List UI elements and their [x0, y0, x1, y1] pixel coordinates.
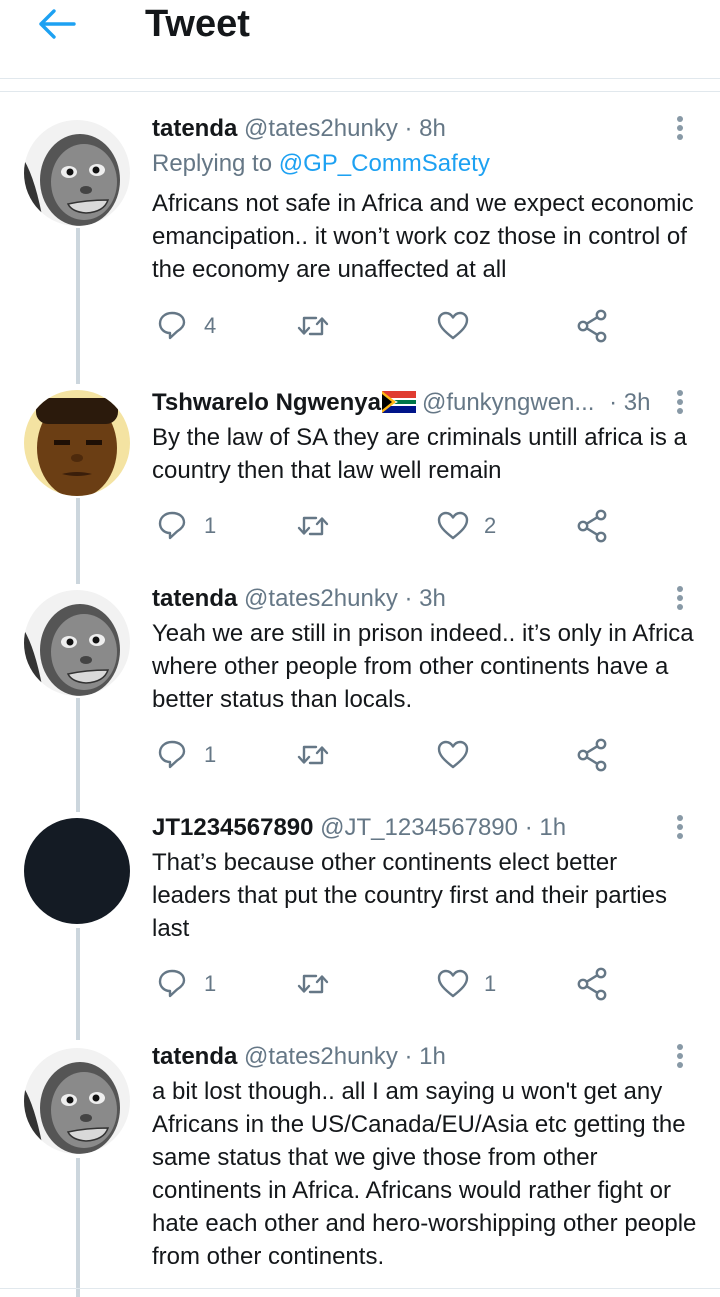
- thread-line: [76, 698, 80, 812]
- reply-button[interactable]: 1: [156, 964, 216, 1004]
- user-handle[interactable]: @tates2hunky: [244, 115, 398, 142]
- tweet-actions: 1 2: [152, 506, 692, 546]
- tweet-actions: 1: [152, 735, 692, 775]
- replying-to: Replying to @GP_CommSafety: [152, 149, 490, 179]
- display-name[interactable]: tatenda: [152, 1043, 237, 1070]
- user-handle[interactable]: @funkyngwen...: [422, 389, 594, 416]
- more-options-button[interactable]: [670, 387, 690, 417]
- share-icon: [577, 738, 607, 772]
- share-button[interactable]: [576, 506, 610, 546]
- tweet-header: JT1234567890 @JT_1234567890 · 1h: [152, 813, 566, 843]
- avatar[interactable]: [24, 590, 130, 696]
- reply-icon: [158, 311, 186, 340]
- tweet-actions: 4: [152, 306, 692, 346]
- user-handle[interactable]: @tates2hunky: [244, 585, 398, 612]
- reply-count: 4: [204, 313, 217, 338]
- retweet-icon: [297, 316, 329, 336]
- tweet-header: tatenda @tates2hunky · 1h: [152, 1042, 446, 1072]
- reply-button[interactable]: 1: [156, 735, 216, 775]
- like-button[interactable]: [436, 306, 470, 346]
- timestamp: · 3h: [404, 585, 446, 612]
- tweet-header: tatenda @tates2hunky · 3h: [152, 584, 446, 614]
- display-name[interactable]: tatenda: [152, 585, 237, 612]
- like-button[interactable]: [436, 735, 470, 775]
- heart-icon: [437, 311, 469, 340]
- timestamp: · 3h: [609, 389, 651, 416]
- heart-icon: [437, 969, 469, 998]
- tweet-text: By the law of SA they are criminals unti…: [152, 424, 687, 484]
- more-options-button[interactable]: [670, 812, 690, 842]
- like-button[interactable]: 1: [436, 964, 496, 1004]
- retweet-button[interactable]: [296, 735, 330, 775]
- timestamp: · 1h: [404, 1043, 446, 1070]
- display-name[interactable]: JT1234567890: [152, 814, 313, 841]
- more-options-button[interactable]: [670, 583, 690, 613]
- share-icon: [577, 509, 607, 543]
- avatar[interactable]: [24, 390, 130, 496]
- user-handle[interactable]: @tates2hunky: [244, 1043, 398, 1070]
- divider: [0, 91, 720, 92]
- reply-icon: [158, 969, 186, 998]
- thread-line: [76, 228, 80, 384]
- share-icon: [577, 967, 607, 1001]
- reply-button[interactable]: 4: [156, 306, 216, 346]
- timestamp: · 1h: [524, 814, 567, 841]
- reply-count: 1: [204, 971, 217, 996]
- share-icon: [577, 309, 607, 343]
- thread-line: [76, 1158, 80, 1297]
- reply-icon: [158, 740, 186, 769]
- divider: [0, 1288, 720, 1289]
- user-handle[interactable]: @JT_1234567890: [320, 814, 518, 841]
- share-button[interactable]: [576, 306, 610, 346]
- tweet-text: a bit lost though.. all I am saying u wo…: [152, 1078, 697, 1270]
- timestamp: · 8h: [404, 115, 446, 142]
- thread-line: [76, 498, 80, 584]
- retweet-button[interactable]: [296, 506, 330, 546]
- display-name[interactable]: Tshwarelo Ngwenya: [152, 389, 381, 416]
- tweet-header: Tshwarelo Ngwenya @funkyngwen... · 3h: [152, 388, 650, 418]
- back-button[interactable]: [34, 6, 80, 42]
- thread-line: [76, 928, 80, 1040]
- reply-count: 1: [204, 513, 217, 538]
- reply-count: 1: [204, 742, 217, 767]
- heart-icon: [437, 740, 469, 769]
- avatar[interactable]: [24, 1048, 130, 1154]
- reply-button[interactable]: 1: [156, 506, 216, 546]
- retweet-button[interactable]: [296, 964, 330, 1004]
- tweet-text: Yeah we are still in prison indeed.. it’…: [152, 620, 694, 713]
- retweet-icon: [297, 745, 329, 765]
- page-title: Tweet: [145, 3, 250, 45]
- heart-icon: [437, 511, 469, 540]
- south-africa-flag-icon: [381, 391, 416, 413]
- retweet-icon: [297, 516, 329, 536]
- tweet-actions: 1 1: [152, 964, 692, 1004]
- more-options-button[interactable]: [670, 1041, 690, 1071]
- replying-to-link[interactable]: @GP_CommSafety: [279, 150, 490, 177]
- display-name[interactable]: tatenda: [152, 115, 237, 142]
- more-options-button[interactable]: [670, 113, 690, 143]
- tweet-text: That’s because other continents elect be…: [152, 849, 667, 942]
- arrow-left-icon: [39, 9, 76, 39]
- share-button[interactable]: [576, 735, 610, 775]
- top-bar: Tweet: [0, 0, 720, 79]
- replying-to-label: Replying to: [152, 150, 279, 177]
- like-count: 2: [484, 513, 497, 538]
- avatar[interactable]: [24, 818, 130, 924]
- share-button[interactable]: [576, 964, 610, 1004]
- tweet-header: tatenda @tates2hunky · 8h: [152, 114, 446, 144]
- like-count: 1: [484, 971, 497, 996]
- like-button[interactable]: 2: [436, 506, 496, 546]
- retweet-icon: [297, 974, 329, 994]
- retweet-button[interactable]: [296, 306, 330, 346]
- avatar[interactable]: [24, 120, 130, 226]
- reply-icon: [158, 511, 186, 540]
- tweet-text: Africans not safe in Africa and we expec…: [152, 190, 694, 283]
